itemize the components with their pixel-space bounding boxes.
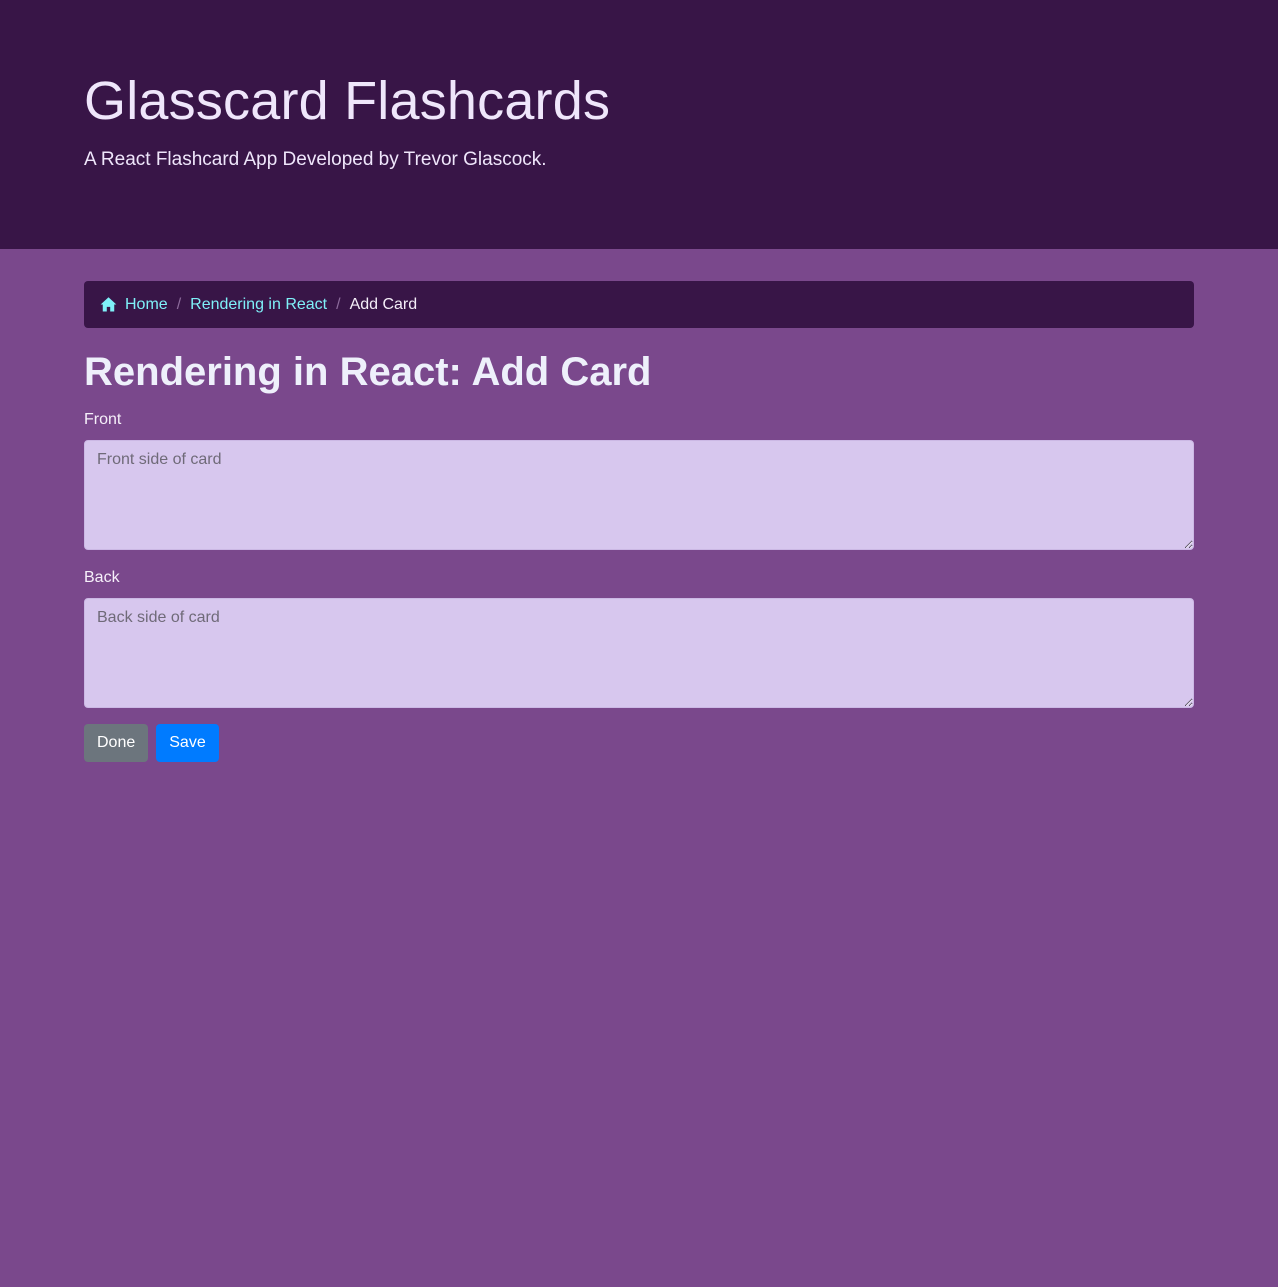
main-content: Home / Rendering in React / Add Card Ren…	[84, 281, 1194, 762]
breadcrumb-separator: /	[176, 295, 182, 313]
breadcrumb-separator: /	[336, 295, 341, 313]
form-buttons: Done Save	[84, 724, 1194, 762]
page-title: Rendering in React: Add Card	[84, 350, 652, 394]
site-header: Glasscard Flashcards A React Flashcard A…	[0, 0, 1278, 249]
add-card-form: Front Back Done Save	[84, 410, 1194, 762]
site-title: Glasscard Flashcards	[84, 71, 611, 131]
back-textarea[interactable]	[84, 598, 1194, 708]
breadcrumb-home-label: Home	[125, 295, 168, 313]
breadcrumb-home-link[interactable]: Home	[100, 296, 168, 314]
home-icon	[100, 296, 117, 313]
back-label: Back	[84, 569, 120, 586]
done-button[interactable]: Done	[84, 724, 149, 762]
breadcrumb: Home / Rendering in React / Add Card	[84, 281, 1194, 328]
breadcrumb-current: Add Card	[349, 295, 418, 313]
site-subtitle: A React Flashcard App Developed by Trevo…	[84, 149, 547, 170]
save-button[interactable]: Save	[156, 724, 219, 762]
front-textarea[interactable]	[84, 440, 1194, 550]
breadcrumb-deck-link[interactable]: Rendering in React	[190, 296, 327, 314]
front-label: Front	[84, 411, 122, 428]
